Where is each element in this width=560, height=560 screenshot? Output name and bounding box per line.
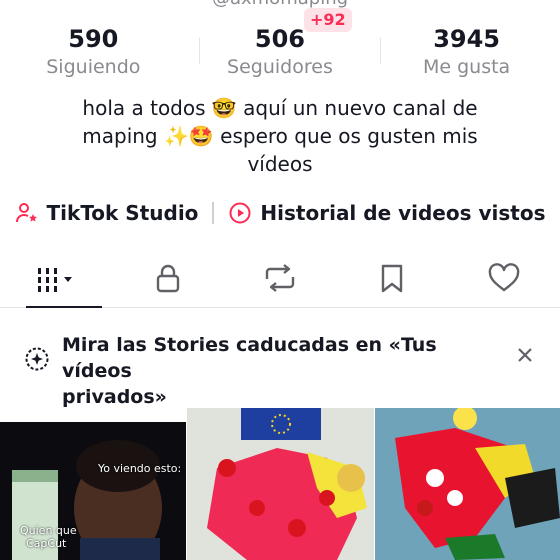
notice-line: Mira las Stories caducadas en «Tus vídeo… [62, 334, 437, 382]
stories-notice-text: Mira las Stories caducadas en «Tus vídeo… [62, 332, 502, 410]
stat-followers[interactable]: 506 Seguidores [187, 24, 374, 84]
likes-count: 3945 [433, 25, 500, 53]
likes-label: Me gusta [422, 56, 511, 78]
tab-videos[interactable] [0, 252, 112, 308]
new-followers-badge: +92 [304, 8, 352, 32]
tab-reposts[interactable] [224, 252, 336, 307]
stat-likes[interactable]: 3945 Me gusta [373, 24, 560, 84]
video-thumbnail[interactable] [187, 408, 374, 560]
notice-line: privados» [62, 386, 167, 408]
video-caption: Yo viendo esto: [98, 462, 182, 475]
video-caption: CapCut [26, 537, 67, 550]
tab-private[interactable] [112, 252, 224, 307]
stats-divider [199, 38, 200, 64]
bio-line: maping ✨🤩 espero que os gusten mis [82, 124, 478, 148]
heart-icon [488, 262, 520, 297]
stats-divider [380, 38, 381, 64]
video-thumbnail[interactable] [375, 408, 560, 560]
tiktok-studio-label: TikTok Studio [46, 201, 199, 225]
close-icon[interactable] [516, 346, 534, 368]
person-star-icon [15, 201, 39, 225]
tab-saved[interactable] [336, 252, 448, 307]
bio-line: vídeos [247, 152, 313, 176]
bookmark-icon [379, 263, 405, 297]
play-circle-icon [228, 201, 252, 225]
profile-links: TikTok Studio Historial de videos vistos [0, 196, 560, 230]
watch-history-label: Historial de videos vistos [260, 201, 546, 225]
following-count: 590 [68, 25, 119, 53]
story-sparkle-icon [24, 346, 50, 376]
video-grid: Yo viendo esto: Quien que CapCut [0, 408, 560, 560]
stories-notice[interactable]: Mira las Stories caducadas en «Tus vídeo… [0, 322, 560, 408]
video-thumbnail[interactable]: Yo viendo esto: Quien que CapCut [0, 408, 186, 560]
bio-line: hola a todos 🤓 aquí un nuevo canal de [82, 96, 478, 120]
stat-following[interactable]: 590 Siguiendo [0, 24, 187, 84]
profile-tabs [0, 252, 560, 308]
profile-stats: 590 Siguiendo 506 Seguidores 3945 Me gus… [0, 8, 560, 84]
links-divider [212, 202, 215, 224]
video-thumbnail-art [187, 408, 374, 560]
profile-handle: @axmomaping [0, 0, 560, 10]
video-thumbnail-art [375, 408, 560, 560]
grid-icon [32, 264, 80, 296]
tiktok-studio-link[interactable]: TikTok Studio [15, 201, 199, 225]
tab-liked[interactable] [448, 252, 560, 307]
profile-bio: hola a todos 🤓 aquí un nuevo canal de ma… [40, 94, 520, 178]
lock-icon [154, 263, 182, 297]
followers-label: Seguidores [227, 56, 333, 78]
watch-history-link[interactable]: Historial de videos vistos [228, 201, 545, 225]
video-caption: Quien que [20, 524, 77, 537]
following-label: Siguiendo [46, 56, 141, 78]
repost-icon [263, 263, 297, 297]
